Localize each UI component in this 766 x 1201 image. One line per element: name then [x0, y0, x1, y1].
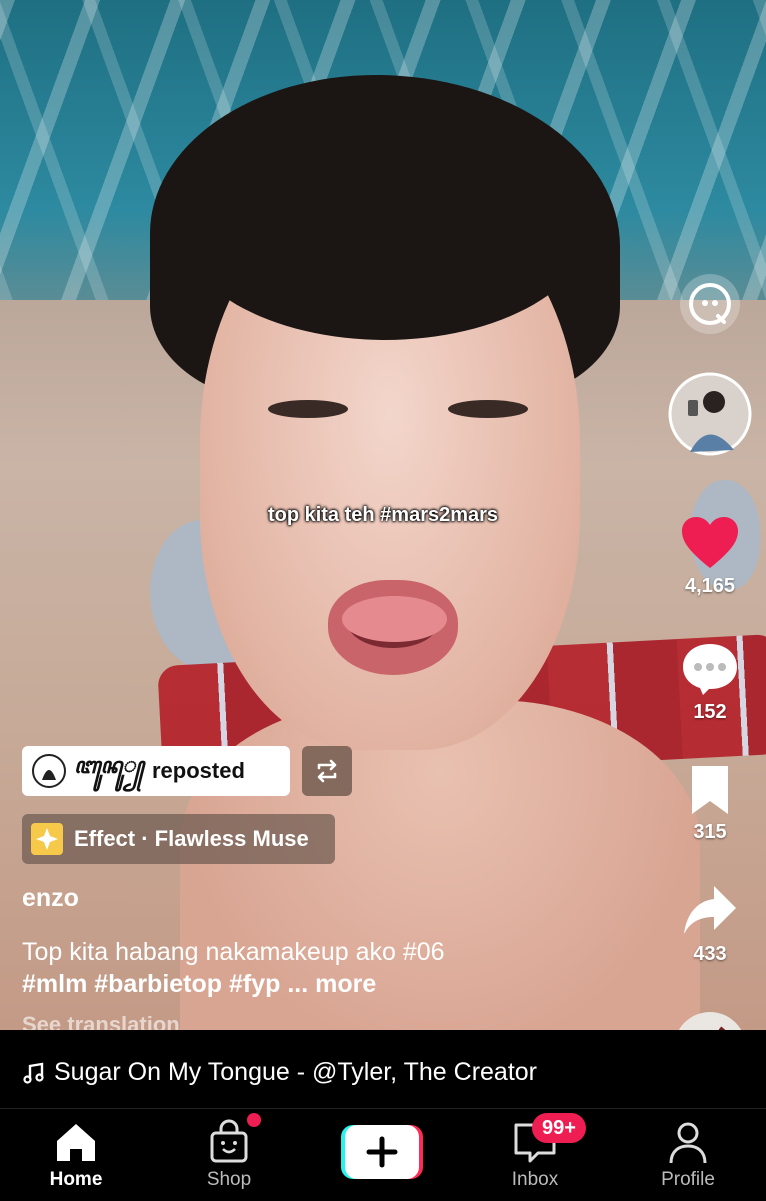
- video-eye: [448, 400, 528, 418]
- nav-inbox[interactable]: 99+ Inbox: [475, 1109, 595, 1201]
- repost-author: ꦧꦸꦤꦸ꧀: [74, 752, 144, 779]
- bottom-navigation: Home Shop 99+ Inbox Profile: [0, 1108, 766, 1201]
- video-tongue: [342, 596, 447, 642]
- nav-shop[interactable]: Shop: [169, 1109, 289, 1201]
- shopping-bag-icon: [210, 1119, 248, 1163]
- effect-label: Effect · Flawless Muse: [74, 826, 309, 851]
- music-link[interactable]: Sugar On My Tongue - @Tyler, The Creator: [22, 1058, 537, 1087]
- video-text-overlay: top kita teh #mars2mars: [267, 504, 499, 526]
- like-button[interactable]: 4,165: [672, 516, 748, 598]
- share-button[interactable]: 433: [672, 884, 748, 966]
- description-line1: Top kita habang nakamakeup ako #06: [22, 938, 445, 966]
- create-plus-icon: [341, 1125, 423, 1179]
- shop-notification-dot: [247, 1113, 261, 1127]
- repost-label: reposted: [151, 758, 245, 783]
- effect-tag[interactable]: Effect · Flawless Muse: [22, 814, 335, 864]
- inbox-badge: 99+: [532, 1113, 586, 1143]
- post-username[interactable]: enzo: [22, 884, 79, 913]
- home-icon: [57, 1124, 95, 1161]
- post-description[interactable]: Top kita habang nakamakeup ako #06 #mlm …: [22, 936, 622, 1000]
- repost-icon: [317, 759, 337, 783]
- heart-icon: [682, 517, 738, 568]
- music-note-icon: [23, 1062, 44, 1084]
- nav-inbox-label: Inbox: [511, 1169, 559, 1190]
- nav-profile[interactable]: Profile: [628, 1109, 748, 1201]
- music-title: Sugar On My Tongue - @Tyler, The Creator: [54, 1058, 538, 1086]
- profile-icon: [669, 1122, 707, 1164]
- video-eye: [268, 400, 348, 418]
- effect-icon: [31, 823, 63, 855]
- creator-avatar-button[interactable]: [668, 372, 752, 456]
- search-lens-icon: [680, 274, 740, 334]
- nav-profile-label: Profile: [661, 1169, 715, 1190]
- avatar: [668, 372, 752, 456]
- repost-badge[interactable]: ꦧꦸꦤꦸ꧀ reposted: [22, 746, 290, 796]
- nav-home[interactable]: Home: [16, 1109, 136, 1201]
- repost-toggle-button[interactable]: [302, 746, 352, 796]
- comment-count: 152: [693, 701, 727, 723]
- bookmark-button[interactable]: 315: [672, 764, 748, 844]
- reposter-avatar: [32, 754, 66, 788]
- share-count: 433: [693, 943, 727, 965]
- bookmark-count: 315: [693, 821, 727, 843]
- like-count: 4,165: [684, 575, 736, 597]
- nav-home-label: Home: [49, 1169, 103, 1190]
- nav-create[interactable]: [322, 1109, 442, 1201]
- more-link[interactable]: ... more: [287, 970, 376, 998]
- comment-button[interactable]: 152: [672, 642, 748, 724]
- description-hashtags: #mlm #barbietop #fyp: [22, 970, 281, 998]
- video-player[interactable]: top kita teh #mars2mars: [0, 0, 766, 1030]
- comment-bubble-icon: [683, 644, 737, 695]
- bookmark-icon: [692, 766, 728, 814]
- ai-search-button[interactable]: [678, 272, 742, 336]
- share-arrow-icon: [684, 886, 736, 934]
- nav-shop-label: Shop: [206, 1169, 252, 1190]
